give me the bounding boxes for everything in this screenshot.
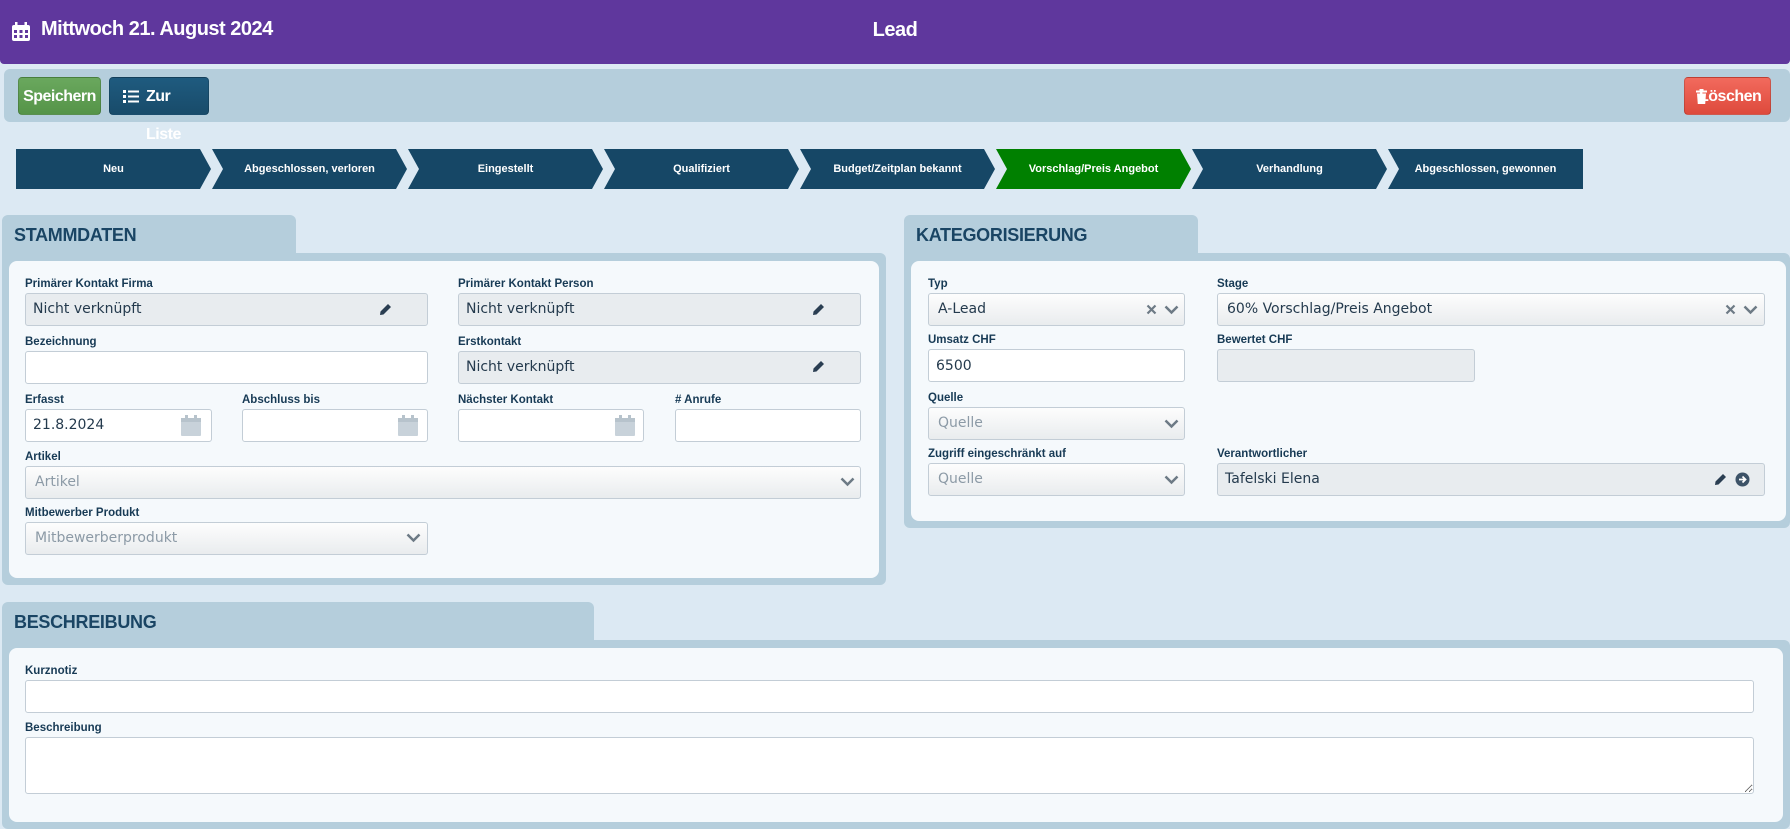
calendar-icon[interactable] [615, 415, 635, 436]
beschreibung-tab: BESCHREIBUNG [2, 602, 594, 642]
trash-icon [1696, 89, 1707, 104]
mitbewerber-produkt-placeholder: Mitbewerberprodukt [35, 530, 178, 546]
erfasst-value: 21.8.2024 [33, 417, 105, 433]
label-naechster-kontakt: Nächster Kontakt [458, 394, 554, 406]
quelle-select[interactable]: Quelle [928, 407, 1185, 440]
label-anrufe: # Anrufe [675, 394, 722, 406]
stage-value: 60% Vorschlag/Preis Angebot [1227, 301, 1433, 317]
kurznotiz-input[interactable] [25, 680, 1754, 713]
label-quelle: Quelle [928, 392, 964, 404]
label-erstkontakt: Erstkontakt [458, 336, 522, 348]
to-list-button[interactable]: Zur Liste [109, 77, 209, 143]
pencil-icon[interactable] [379, 303, 392, 316]
clear-icon[interactable] [1725, 304, 1736, 315]
beschreibung-panel [9, 648, 1783, 822]
clear-icon[interactable] [1146, 304, 1157, 315]
umsatz-input[interactable] [928, 349, 1185, 382]
stammdaten-tab: STAMMDATEN [2, 215, 296, 255]
beschreibung-textarea-box[interactable] [25, 737, 1754, 794]
bewertet-field [1217, 349, 1475, 382]
stage-label: Qualifiziert [673, 163, 730, 175]
stage-step[interactable]: Budget/Zeitplan bekannt [800, 149, 995, 189]
erstkontakt-field[interactable]: Nicht verknüpft [458, 351, 861, 384]
stage-label: Neu [103, 163, 124, 175]
erstkontakt-value: Nicht verknüpft [466, 359, 575, 375]
stage-label: Abgeschlossen, verloren [244, 163, 375, 175]
anrufe-text[interactable] [683, 410, 860, 441]
artikel-placeholder: Artikel [35, 474, 80, 490]
label-artikel: Artikel [25, 451, 61, 463]
pencil-icon[interactable] [812, 360, 825, 373]
label-stage: Stage [1217, 278, 1249, 290]
stage-label: Abgeschlossen, gewonnen [1414, 163, 1557, 175]
label-abschluss-bis: Abschluss bis [242, 394, 320, 406]
page-title: Lead [872, 19, 918, 41]
calendar-icon[interactable] [181, 415, 201, 436]
verantwortlicher-field[interactable]: Tafelski Elena [1217, 463, 1765, 496]
label-bewertet: Bewertet CHF [1217, 334, 1293, 346]
stage-label: Budget/Zeitplan bekannt [833, 163, 962, 175]
label-erfasst: Erfasst [25, 394, 64, 406]
bezeichnung-input[interactable] [25, 351, 428, 384]
zugriff-placeholder: Quelle [938, 471, 983, 487]
chevron-down-icon[interactable] [1743, 305, 1758, 315]
typ-value: A-Lead [938, 301, 986, 317]
beschreibung-textarea[interactable] [26, 738, 1753, 793]
verantwortlicher-value: Tafelski Elena [1225, 471, 1320, 487]
chevron-down-icon[interactable] [406, 533, 421, 543]
primaerer-kontakt-firma-value: Nicht verknüpft [33, 301, 142, 317]
stage-step[interactable]: Verhandlung [1192, 149, 1387, 189]
toolbar [4, 69, 1790, 122]
pencil-icon[interactable] [1714, 473, 1727, 486]
label-zugriff: Zugriff eingeschränkt auf [928, 448, 1067, 460]
kurznotiz-text[interactable] [33, 681, 1753, 712]
chevron-down-icon[interactable] [1164, 475, 1179, 485]
stage-step[interactable]: Neu [16, 149, 211, 189]
umsatz-text[interactable] [936, 350, 1184, 381]
label-kurznotiz: Kurznotiz [25, 665, 78, 677]
label-primaerer-kontakt-person: Primärer Kontakt Person [458, 278, 594, 290]
kategorisierung-tab: KATEGORISIERUNG [904, 215, 1198, 255]
primaerer-kontakt-person-field[interactable]: Nicht verknüpft [458, 293, 861, 326]
header-bar: Mittwoch 21. August 2024 Lead [0, 0, 1790, 64]
label-primaerer-kontakt-firma: Primärer Kontakt Firma [25, 278, 153, 290]
stage-step[interactable]: Qualifiziert [604, 149, 799, 189]
artikel-select[interactable]: Artikel [25, 466, 861, 499]
label-beschreibung: Beschreibung [25, 722, 102, 734]
chevron-down-icon[interactable] [840, 477, 855, 487]
stage-label: Vorschlag/Preis Angebot [1028, 163, 1159, 175]
zugriff-select[interactable]: Quelle [928, 463, 1185, 496]
open-arrow-icon[interactable] [1735, 472, 1750, 487]
label-verantwortlicher: Verantwortlicher [1217, 448, 1308, 460]
calendar-icon[interactable] [398, 415, 418, 436]
stage-step[interactable]: Vorschlag/Preis Angebot [996, 149, 1191, 189]
label-mitbewerber-produkt: Mitbewerber Produkt [25, 507, 140, 519]
delete-button[interactable]: Löschen [1684, 77, 1771, 115]
bezeichnung-text[interactable] [33, 352, 427, 383]
to-list-label: Zur Liste [146, 88, 181, 143]
mitbewerber-produkt-select[interactable]: Mitbewerberprodukt [25, 522, 428, 555]
quelle-placeholder: Quelle [938, 415, 983, 431]
label-umsatz: Umsatz CHF [928, 334, 996, 346]
list-icon [123, 90, 139, 103]
pencil-icon[interactable] [812, 303, 825, 316]
stage-step[interactable]: Eingestellt [408, 149, 603, 189]
chevron-down-icon[interactable] [1164, 419, 1179, 429]
label-bezeichnung: Bezeichnung [25, 336, 97, 348]
save-button[interactable]: Speichern [18, 77, 101, 115]
delete-label: Löschen [1699, 88, 1762, 105]
anrufe-input[interactable] [675, 409, 861, 442]
primaerer-kontakt-firma-field[interactable]: Nicht verknüpft [25, 293, 428, 326]
stage-step[interactable]: Abgeschlossen, gewonnen [1388, 149, 1583, 189]
stage-step[interactable]: Abgeschlossen, verloren [212, 149, 407, 189]
stage-label: Eingestellt [477, 163, 534, 175]
label-typ: Typ [928, 278, 948, 290]
primaerer-kontakt-person-value: Nicht verknüpft [466, 301, 575, 317]
stage-label: Verhandlung [1256, 163, 1323, 175]
chevron-down-icon[interactable] [1164, 305, 1179, 315]
stage-select[interactable]: 60% Vorschlag/Preis Angebot [1217, 293, 1765, 326]
